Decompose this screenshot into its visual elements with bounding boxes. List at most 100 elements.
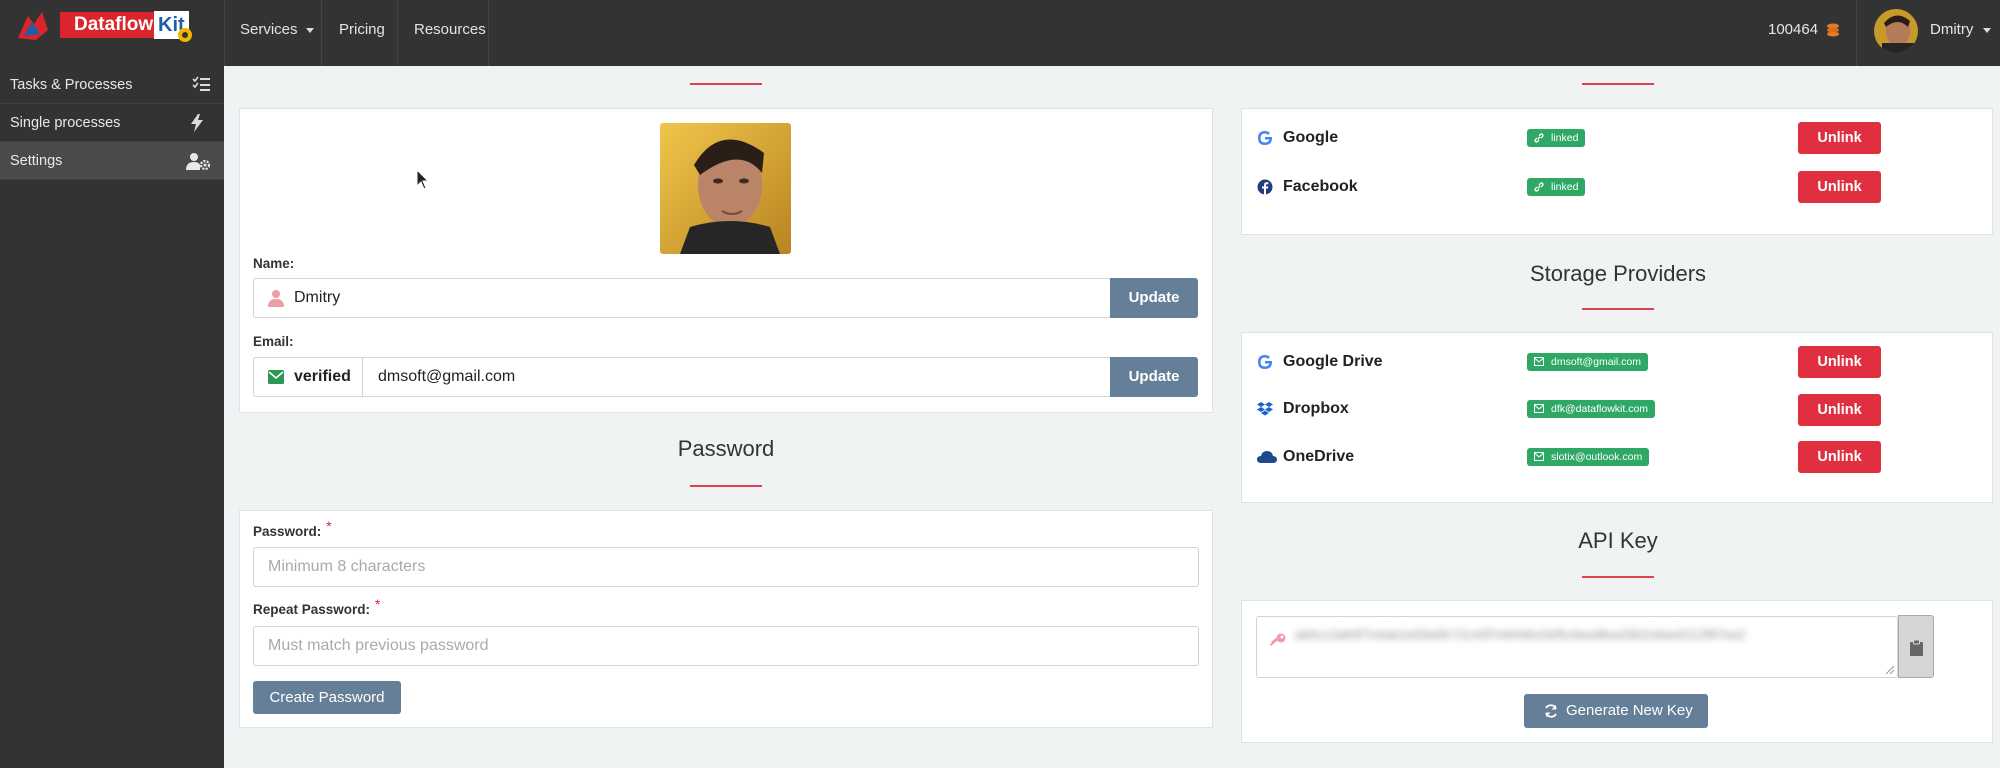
user-cog-icon (186, 153, 210, 170)
profile-photo-image (660, 123, 791, 254)
user-menu[interactable]: Dmitry (1930, 0, 1992, 66)
envelope-icon (1534, 452, 1544, 461)
navbar-divider (488, 0, 489, 66)
navbar-divider (321, 0, 322, 66)
email-label: Email: (253, 334, 294, 349)
section-divider (1582, 576, 1654, 578)
link-icon (1534, 182, 1544, 192)
sidebar-item-settings[interactable]: Settings (0, 142, 224, 180)
update-name-button[interactable]: Update (1110, 278, 1198, 318)
dataflowkit-logo[interactable]: Dataflow Kit (14, 6, 192, 42)
avatar-photo (1874, 9, 1918, 53)
badge-text: linked (1551, 132, 1579, 144)
repeat-password-label-text: Repeat Password: (253, 602, 371, 617)
badge-text: linked (1551, 181, 1579, 193)
provider-name: Facebook (1283, 178, 1358, 195)
user-icon (268, 290, 284, 307)
copy-to-clipboard-button[interactable] (1898, 615, 1934, 678)
clipboard-icon (1910, 640, 1923, 656)
logo-text: Dataflow (60, 12, 160, 38)
user-avatar[interactable] (1874, 9, 1918, 53)
account-badge: dfk@dataflowkit.com (1527, 400, 1656, 418)
caret-down-icon (1983, 27, 1992, 33)
refresh-icon (1545, 704, 1557, 718)
account-badge: slotix@outlook.com (1527, 448, 1650, 466)
api-key-textarea[interactable]: ab5cc2a84f7e4ab1e93e6fc72c43f7e8446c0ef5… (1256, 616, 1898, 678)
navbar-divider (397, 0, 398, 66)
provider-name: Google (1283, 129, 1339, 146)
gear-icon (178, 28, 192, 42)
sidebar-item-tasks[interactable]: Tasks & Processes (0, 66, 224, 104)
provider-name: OneDrive (1283, 448, 1355, 465)
dropbox-icon (1257, 402, 1273, 416)
email-value: dmsoft@gmail.com (378, 368, 516, 385)
required-mark: * (326, 519, 332, 534)
section-divider (1582, 308, 1654, 310)
sidebar-item-label: Single processes (10, 115, 121, 131)
nav-pricing[interactable]: Pricing (339, 0, 385, 66)
email-verified-status: verified (294, 368, 351, 385)
navbar-divider (1856, 0, 1857, 66)
nav-services-label: Services (240, 21, 298, 38)
nav-services[interactable]: Services (240, 0, 314, 66)
account-badge: dmsoft@gmail.com (1527, 353, 1649, 371)
envelope-icon (268, 370, 284, 384)
name-label: Name: (253, 256, 295, 271)
password-label-text: Password: (253, 524, 322, 539)
badge-text: slotix@outlook.com (1551, 451, 1643, 463)
profile-photo[interactable] (660, 123, 791, 254)
linked-badge: linked (1527, 178, 1586, 196)
coins-icon (1827, 23, 1839, 37)
credits-balance[interactable]: 100464 (1768, 0, 1839, 66)
repeat-password-input[interactable]: Must match previous password (253, 626, 1199, 666)
unlink-google-button[interactable]: Unlink (1798, 122, 1881, 154)
api-key-value: ab5cc2a84f7e4ab1e93e6fc72c43f7e8446c0ef5… (1295, 627, 1746, 642)
envelope-icon (1534, 404, 1544, 413)
name-value: Dmitry (294, 289, 341, 306)
envelope-icon (1534, 357, 1544, 366)
facebook-icon (1257, 179, 1273, 195)
section-divider (690, 485, 762, 487)
top-navbar: Dataflow Kit Services Pricing Resources … (0, 0, 2000, 66)
google-icon (1258, 131, 1272, 145)
section-divider (690, 83, 762, 85)
repeat-password-label: Repeat Password: * (253, 597, 380, 617)
create-password-button[interactable]: Create Password (253, 681, 401, 714)
unlink-google-drive-button[interactable]: Unlink (1798, 346, 1881, 378)
sidebar-item-single-processes[interactable]: Single processes (0, 104, 224, 142)
nav-resources[interactable]: Resources (414, 0, 486, 66)
navbar-divider (224, 0, 225, 66)
unlink-onedrive-button[interactable]: Unlink (1798, 441, 1881, 473)
password-label: Password: * (253, 519, 332, 539)
user-name-label: Dmitry (1930, 21, 1974, 38)
email-field[interactable]: verified dmsoft@gmail.com (253, 357, 1111, 397)
sidebar: Tasks & Processes Single processes Setti… (0, 66, 224, 768)
provider-name: Dropbox (1283, 400, 1349, 417)
badge-text: dfk@dataflowkit.com (1551, 403, 1649, 415)
list-check-icon (192, 76, 210, 91)
badge-text: dmsoft@gmail.com (1551, 356, 1642, 368)
generate-new-key-button[interactable]: Generate New Key (1524, 694, 1708, 728)
generate-new-key-label: Generate New Key (1566, 702, 1693, 719)
credits-value: 100464 (1768, 21, 1819, 38)
resize-handle-icon[interactable] (1885, 665, 1895, 675)
password-input[interactable]: Minimum 8 characters (253, 547, 1199, 587)
provider-name: Google Drive (1283, 353, 1383, 370)
password-section-title: Password (677, 436, 775, 461)
unlink-dropbox-button[interactable]: Unlink (1798, 394, 1881, 426)
update-email-button[interactable]: Update (1110, 357, 1198, 397)
cloud-icon (1257, 451, 1277, 463)
name-field[interactable]: Dmitry (253, 278, 1111, 318)
addon-divider (362, 358, 363, 396)
google-icon (1258, 355, 1272, 369)
key-icon (1270, 633, 1286, 646)
link-icon (1534, 133, 1544, 143)
mouse-cursor-icon (416, 169, 430, 190)
linked-badge: linked (1527, 129, 1586, 147)
unlink-facebook-button[interactable]: Unlink (1798, 171, 1881, 203)
api-key-section-title: API Key (1578, 528, 1658, 553)
caret-down-icon (305, 27, 314, 33)
section-divider (1582, 83, 1654, 85)
bolt-icon (191, 114, 203, 132)
storage-section-title: Storage Providers (1529, 261, 1707, 286)
